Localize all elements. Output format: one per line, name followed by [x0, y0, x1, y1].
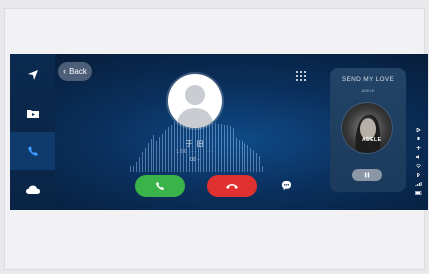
- waveform-bar: [262, 166, 263, 172]
- waveform-bar: [218, 124, 219, 172]
- volume-icon: [416, 155, 419, 159]
- waveform-bar: [162, 134, 163, 172]
- caller-number: 186 ···· ····: [176, 149, 214, 155]
- sidebar-item-navigation[interactable]: [10, 56, 55, 94]
- waveform-bar: [130, 166, 131, 172]
- person-icon: [176, 85, 214, 128]
- album-portrait: [355, 114, 381, 153]
- now-playing-card[interactable]: SEND MY LOVE ADELE ADELE: [330, 68, 406, 192]
- waveform-bar: [165, 130, 166, 172]
- waveform-bar: [153, 135, 154, 172]
- accept-call-button[interactable]: [135, 175, 185, 197]
- back-button[interactable]: ‹ Back: [58, 62, 92, 81]
- phone-icon: [155, 181, 165, 191]
- waveform-bar: [133, 166, 134, 172]
- waveform-bar: [244, 143, 245, 172]
- waveform-bar: [242, 141, 243, 172]
- waveform-bar: [159, 137, 160, 172]
- waveform-bar: [139, 157, 140, 172]
- message-icon[interactable]: [281, 180, 292, 191]
- waveform-bar: [148, 143, 149, 172]
- waveform-bar: [253, 150, 254, 172]
- album-art: ADELE: [342, 103, 392, 153]
- end-call-button[interactable]: [207, 175, 257, 197]
- navigation-arrow-icon: [27, 70, 38, 80]
- pause-icon: [364, 172, 370, 178]
- song-title: SEND MY LOVE: [341, 76, 395, 83]
- keypad-icon[interactable]: [296, 71, 306, 81]
- waveform-bar: [145, 148, 146, 172]
- waveform-bar: [227, 125, 228, 172]
- waveform-bar: [256, 153, 257, 172]
- mic-icon: [417, 137, 420, 140]
- waveform-bar: [230, 126, 231, 172]
- bluetooth-small-icon: [417, 173, 420, 177]
- wifi-icon: [415, 164, 422, 168]
- sidebar-item-media[interactable]: [10, 94, 55, 132]
- waveform-bar: [156, 141, 157, 172]
- bluetooth-icon: [416, 128, 421, 132]
- back-label: Back: [69, 67, 87, 76]
- waveform-bar: [236, 138, 237, 172]
- cloud-icon: [25, 185, 40, 194]
- chevron-left-icon: ‹: [63, 66, 67, 76]
- usb-icon: [416, 146, 421, 150]
- waveform-bar: [136, 162, 137, 172]
- waveform-bar: [215, 123, 216, 172]
- media-folder-icon: [26, 109, 39, 118]
- waveform-bar: [142, 152, 143, 172]
- waveform-bar: [250, 148, 251, 172]
- phone-hangup-icon: [226, 184, 238, 189]
- signal-icon: [415, 182, 422, 186]
- waveform-bar: [233, 128, 234, 172]
- car-screen: ‹ Back 于 旧 186 ···· ···· 00:·· SEND MY L…: [10, 54, 428, 210]
- sidebar-item-cloud[interactable]: [10, 170, 55, 208]
- waveform-bar: [221, 124, 222, 172]
- waveform-bar: [168, 127, 169, 172]
- waveform-bar: [259, 156, 260, 172]
- album-label: ADELE: [362, 137, 382, 143]
- status-bar: [414, 128, 424, 208]
- sidebar-item-phone[interactable]: [10, 132, 55, 170]
- caller-avatar: [168, 74, 222, 128]
- waveform-bar: [239, 140, 240, 172]
- phone-icon: [27, 146, 38, 156]
- waveform-bar: [224, 125, 225, 172]
- call-timer: 00:··: [189, 157, 201, 163]
- artist-name: ADELE: [361, 88, 375, 93]
- battery-icon: [415, 191, 422, 195]
- pause-button[interactable]: [352, 169, 382, 181]
- caller-name: 于 旧: [185, 141, 205, 148]
- waveform-bar: [247, 145, 248, 172]
- waveform-bar: [151, 139, 152, 172]
- sidebar: [10, 54, 55, 210]
